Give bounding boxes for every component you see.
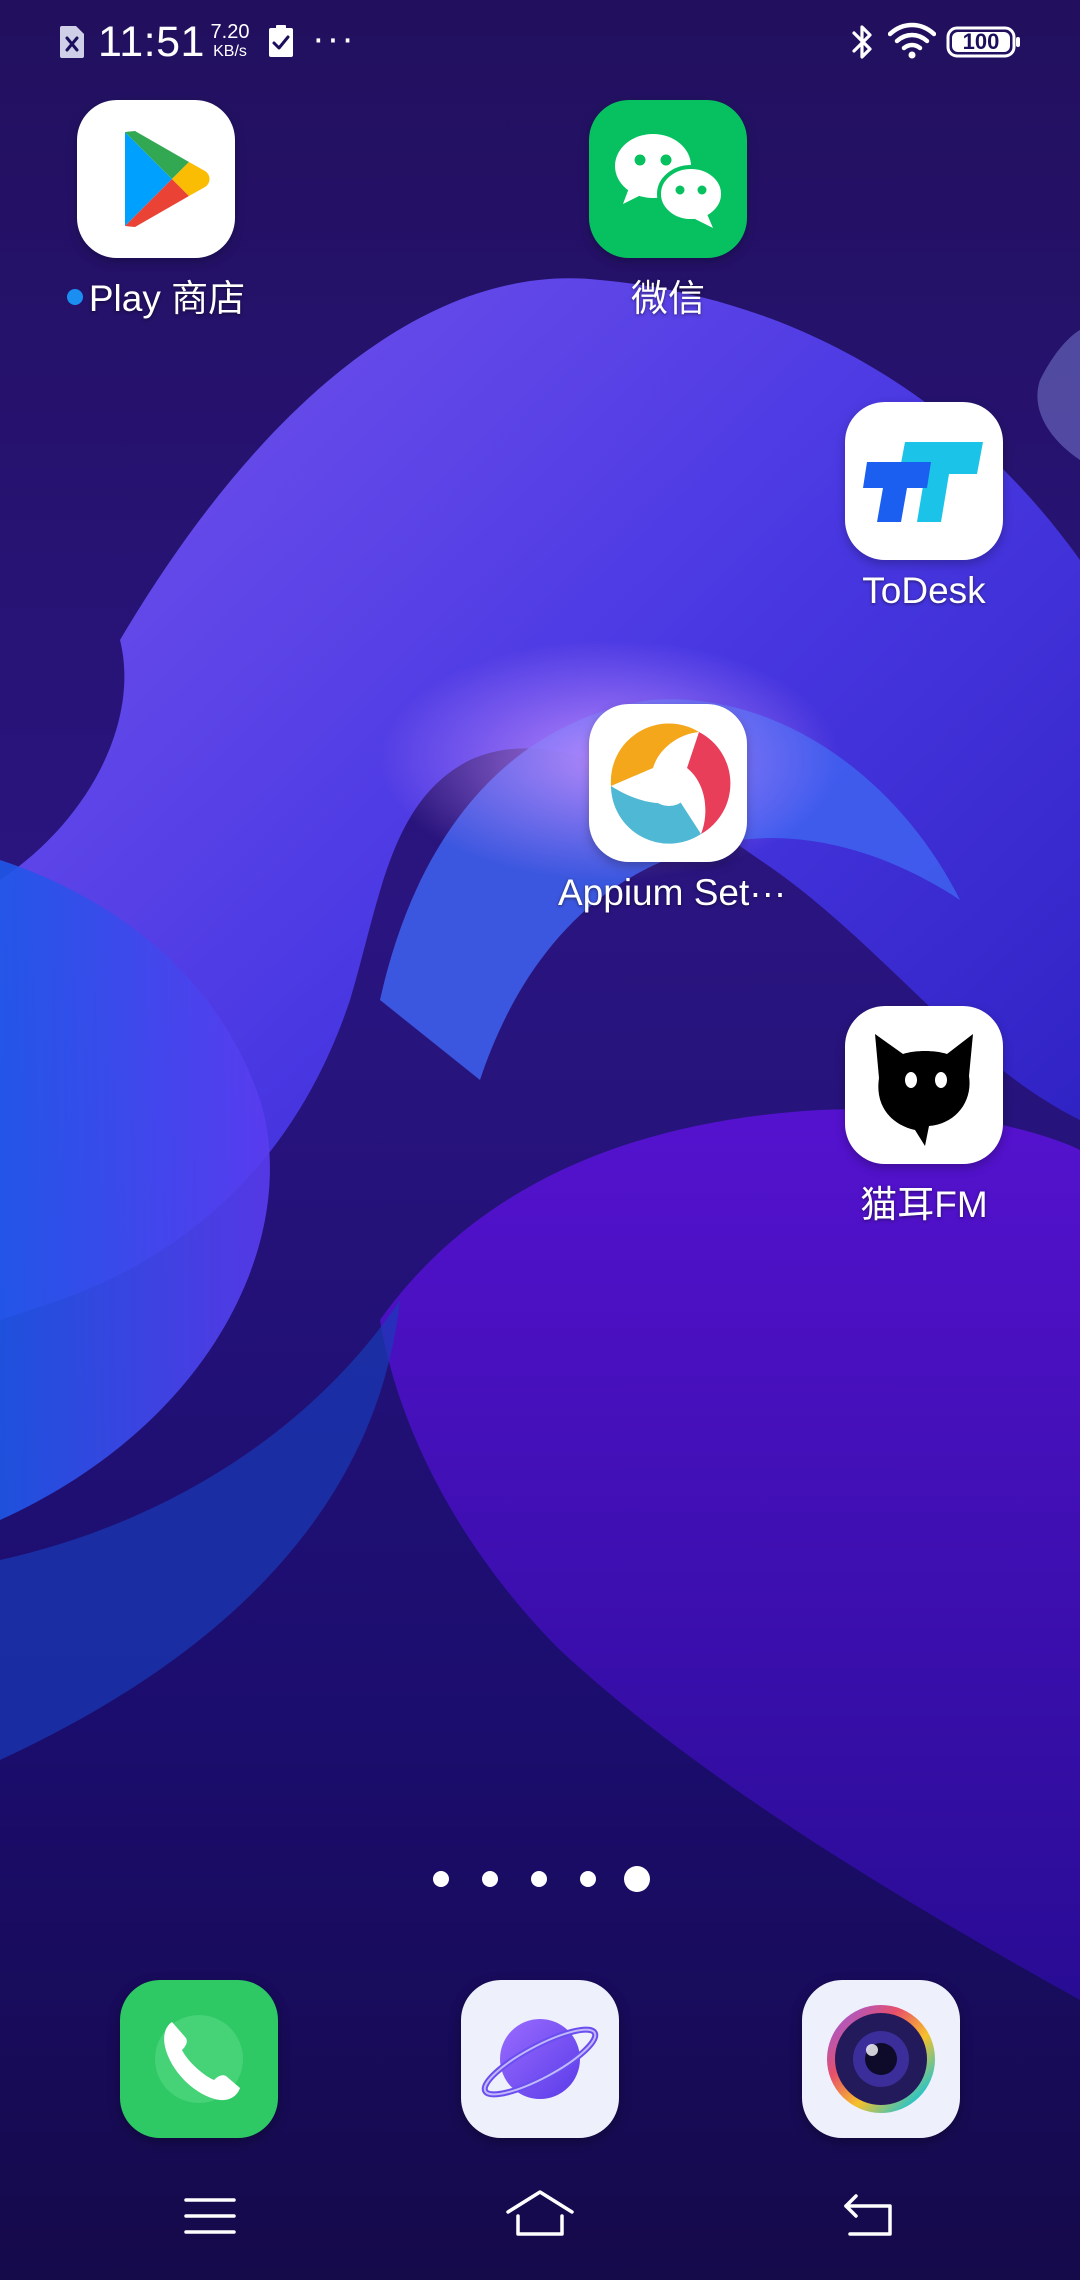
app-label-appium-settings: Appium Set··· <box>558 872 787 913</box>
app-label-todesk: ToDesk <box>862 570 986 611</box>
app-todesk[interactable]: ToDesk <box>814 402 1034 612</box>
page-dot[interactable] <box>531 1871 547 1887</box>
app-label-play-store: Play 商店 <box>46 268 266 322</box>
planet-browser-icon <box>481 2019 599 2099</box>
battery-icon: 100 <box>946 26 1022 58</box>
home-icon[interactable] <box>504 2188 576 2240</box>
todesk-icon <box>845 402 1003 560</box>
back-icon[interactable] <box>842 2192 896 2238</box>
bluetooth-icon <box>852 25 872 59</box>
clock: 11:51 <box>98 18 205 66</box>
status-bar: 11:51 7.20 KB/s ··· 100 <box>0 0 1080 84</box>
page-indicator[interactable] <box>0 1862 1080 1898</box>
page-dot[interactable] <box>482 1871 498 1887</box>
battery-level: 100 <box>962 29 1000 54</box>
sim-off-icon <box>60 26 84 58</box>
page-dot[interactable] <box>433 1871 449 1887</box>
appium-settings-icon <box>589 704 747 862</box>
app-label-wechat: 微信 <box>631 278 705 319</box>
app-play-store[interactable]: Play 商店 <box>46 100 266 322</box>
app-label-maoer-fm: 猫耳FM <box>860 1184 988 1225</box>
app-maoer-fm[interactable]: 猫耳FM <box>814 1006 1034 1228</box>
phone-icon <box>155 2015 243 2103</box>
camera-icon <box>827 2005 935 2113</box>
clipboard-check-icon <box>269 25 293 57</box>
network-speed-value: 7.20 <box>210 21 250 43</box>
more-notifications-icon: ··· <box>312 18 356 60</box>
maoer-fm-icon <box>845 1006 1003 1164</box>
menu-icon[interactable] <box>184 2196 236 2236</box>
app-wechat[interactable]: 微信 <box>558 100 778 322</box>
dock-phone-app[interactable] <box>120 1980 278 2138</box>
network-speed: 7.20 KB/s <box>206 22 254 62</box>
wifi-icon <box>888 22 936 59</box>
wechat-icon <box>589 100 747 258</box>
new-app-dot <box>66 289 83 305</box>
dock-camera-app[interactable] <box>802 1980 960 2138</box>
page-dot[interactable] <box>580 1871 596 1887</box>
network-speed-unit: KB/s <box>213 43 247 60</box>
page-dot-current[interactable] <box>624 1866 650 1892</box>
dock-browser-app[interactable] <box>461 1980 619 2138</box>
app-appium-settings[interactable]: Appium Set··· <box>558 704 787 914</box>
google-play-icon <box>77 100 235 258</box>
